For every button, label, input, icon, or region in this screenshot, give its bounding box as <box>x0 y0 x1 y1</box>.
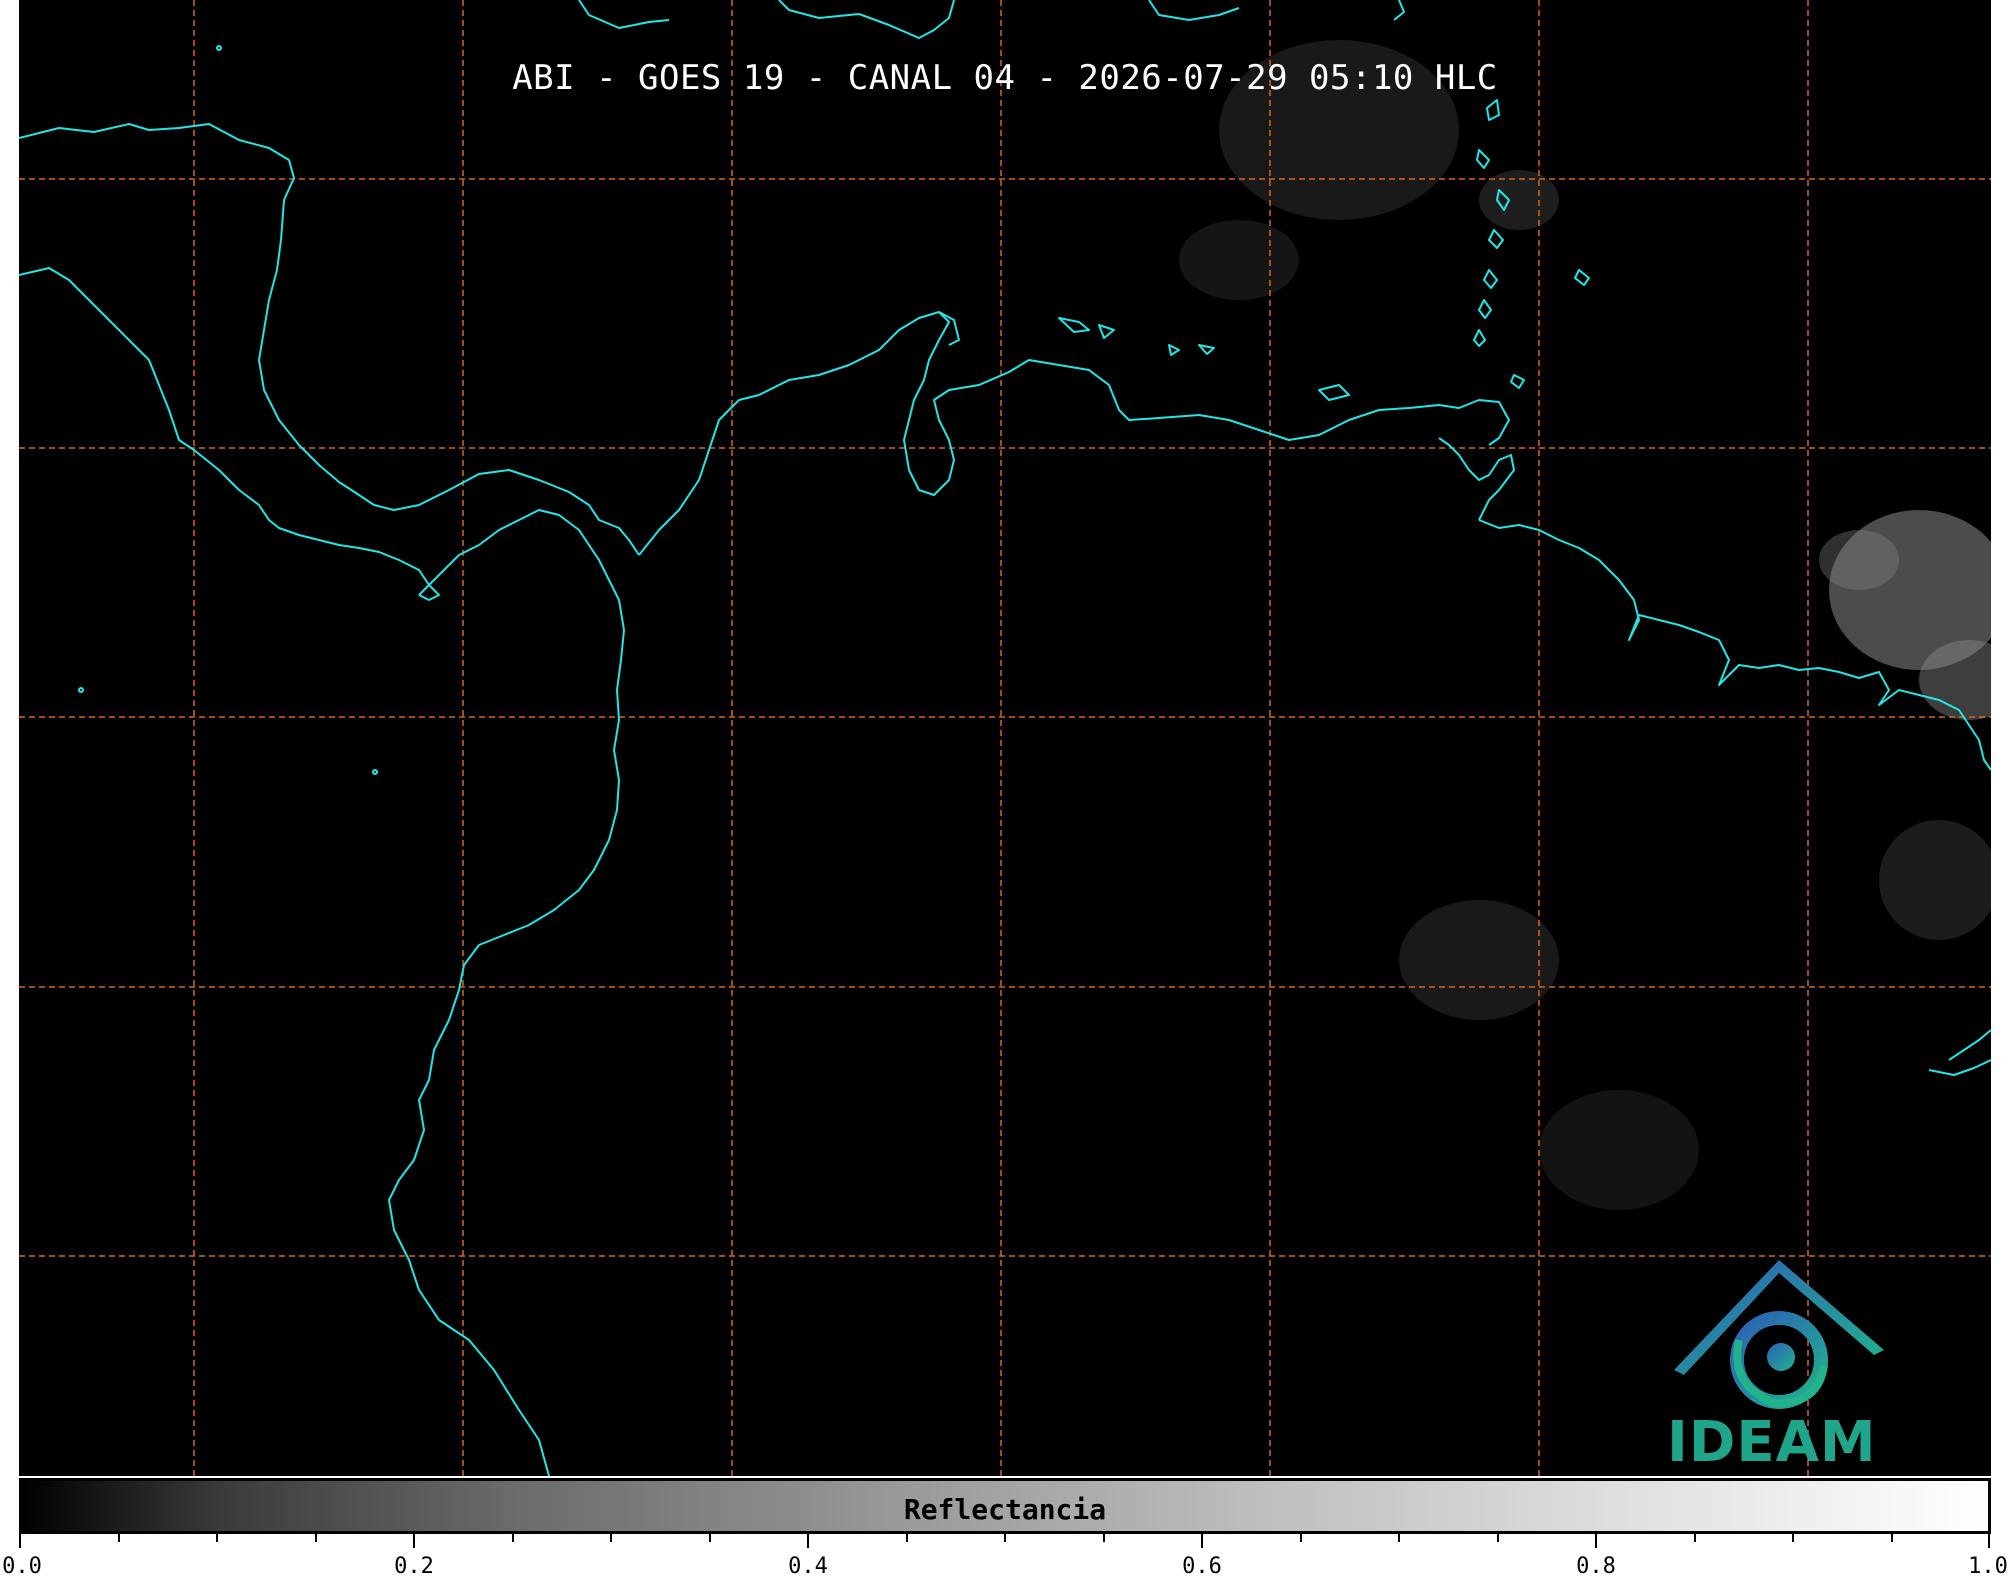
colorbar-label: Reflectancia <box>903 1493 1107 1526</box>
satellite-image: ABI - GOES 19 - CANAL 04 - 2026-07-29 05… <box>19 0 1991 1476</box>
colorbar-tick-label: 0.8 <box>1576 1554 1616 1579</box>
image-title: ABI - GOES 19 - CANAL 04 - 2026-07-29 05… <box>512 58 1498 98</box>
colorbar-tick-label: 0.2 <box>394 1554 434 1579</box>
ideam-logo-text: IDEAM <box>1667 1410 1877 1475</box>
cloud-patches <box>1179 40 1991 1210</box>
colorbar-tick-label: 0.0 <box>2 1554 42 1579</box>
colorbar-tick-label: 1.0 <box>1968 1554 2008 1579</box>
colorbar-tick-label: 0.6 <box>1182 1554 1222 1579</box>
colorbar-ticks <box>19 1534 1990 1548</box>
colorbar-tick-label: 0.4 <box>788 1554 828 1579</box>
ideam-logo-icon <box>1674 1260 1884 1409</box>
colorbar: Reflectancia <box>19 1478 1991 1534</box>
